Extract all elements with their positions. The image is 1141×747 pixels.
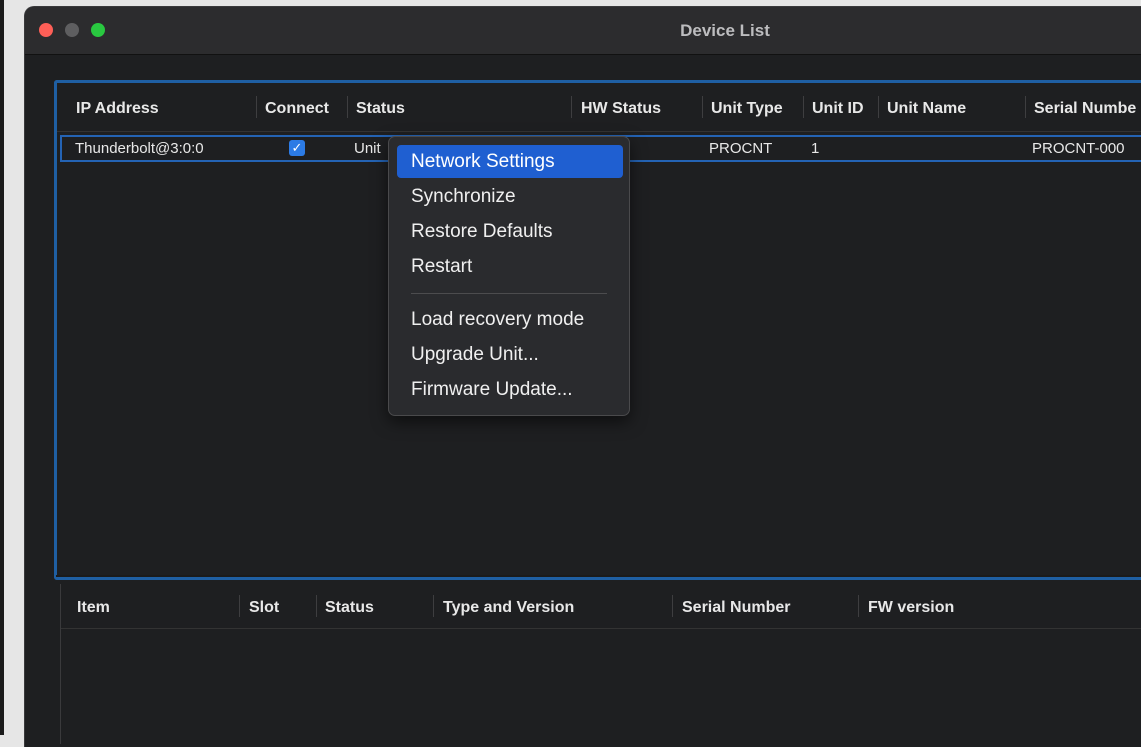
column-header-type-and-version[interactable]: Type and Version (443, 599, 574, 617)
menu-item-firmware-update[interactable]: Firmware Update... (397, 373, 623, 406)
cell-status: Unit (354, 140, 381, 157)
pane-divider[interactable] (56, 575, 1141, 577)
column-separator[interactable] (433, 595, 434, 617)
column-header-unit-name[interactable]: Unit Name (887, 100, 966, 118)
cell-unit-type: PROCNT (709, 140, 773, 157)
detail-table-header: Item Slot Status Type and Version Serial… (61, 584, 1141, 629)
checkmark-icon: ✓ (291, 140, 303, 155)
column-header-status[interactable]: Status (356, 100, 405, 118)
column-header-serial-number[interactable]: Serial Numbe (1034, 100, 1136, 118)
column-separator[interactable] (347, 96, 348, 118)
column-separator[interactable] (1025, 96, 1026, 118)
detail-table: Item Slot Status Type and Version Serial… (60, 584, 1141, 744)
menu-item-network-settings[interactable]: Network Settings (397, 145, 623, 178)
column-separator[interactable] (878, 96, 879, 118)
context-menu: Network Settings Synchronize Restore Def… (388, 136, 630, 416)
column-separator[interactable] (672, 595, 673, 617)
cell-ip-address: Thunderbolt@3:0:0 (75, 140, 204, 157)
column-header-slot[interactable]: Slot (249, 599, 279, 617)
column-header-serial-number[interactable]: Serial Number (682, 599, 790, 617)
column-header-status[interactable]: Status (325, 599, 374, 617)
column-header-hw-status[interactable]: HW Status (581, 100, 661, 118)
menu-item-synchronize[interactable]: Synchronize (397, 180, 623, 213)
window-title: Device List (680, 21, 770, 40)
device-table-header: IP Address Connect Status HW Status Unit… (57, 83, 1141, 132)
column-header-unit-id[interactable]: Unit ID (812, 100, 864, 118)
menu-item-restart[interactable]: Restart (397, 250, 623, 283)
title-bar[interactable]: Device List (25, 7, 1141, 55)
menu-divider (411, 293, 607, 294)
menu-item-upgrade-unit[interactable]: Upgrade Unit... (397, 338, 623, 371)
column-header-connect[interactable]: Connect (265, 100, 329, 118)
connect-checkbox[interactable]: ✓ (289, 140, 305, 156)
column-header-ip-address[interactable]: IP Address (76, 100, 159, 118)
column-separator[interactable] (256, 96, 257, 118)
column-separator[interactable] (316, 595, 317, 617)
menu-item-restore-defaults[interactable]: Restore Defaults (397, 215, 623, 248)
column-header-item[interactable]: Item (77, 599, 110, 617)
desktop-edge (0, 0, 4, 735)
column-header-fw-version[interactable]: FW version (868, 599, 954, 617)
cell-unit-id: 1 (811, 140, 820, 157)
column-header-unit-type[interactable]: Unit Type (711, 100, 783, 118)
column-separator[interactable] (571, 96, 572, 118)
column-separator[interactable] (702, 96, 703, 118)
column-separator[interactable] (858, 595, 859, 617)
column-separator[interactable] (239, 595, 240, 617)
cell-serial-number: PROCNT-000 (1032, 140, 1125, 157)
menu-item-load-recovery-mode[interactable]: Load recovery mode (397, 303, 623, 336)
column-separator[interactable] (803, 96, 804, 118)
